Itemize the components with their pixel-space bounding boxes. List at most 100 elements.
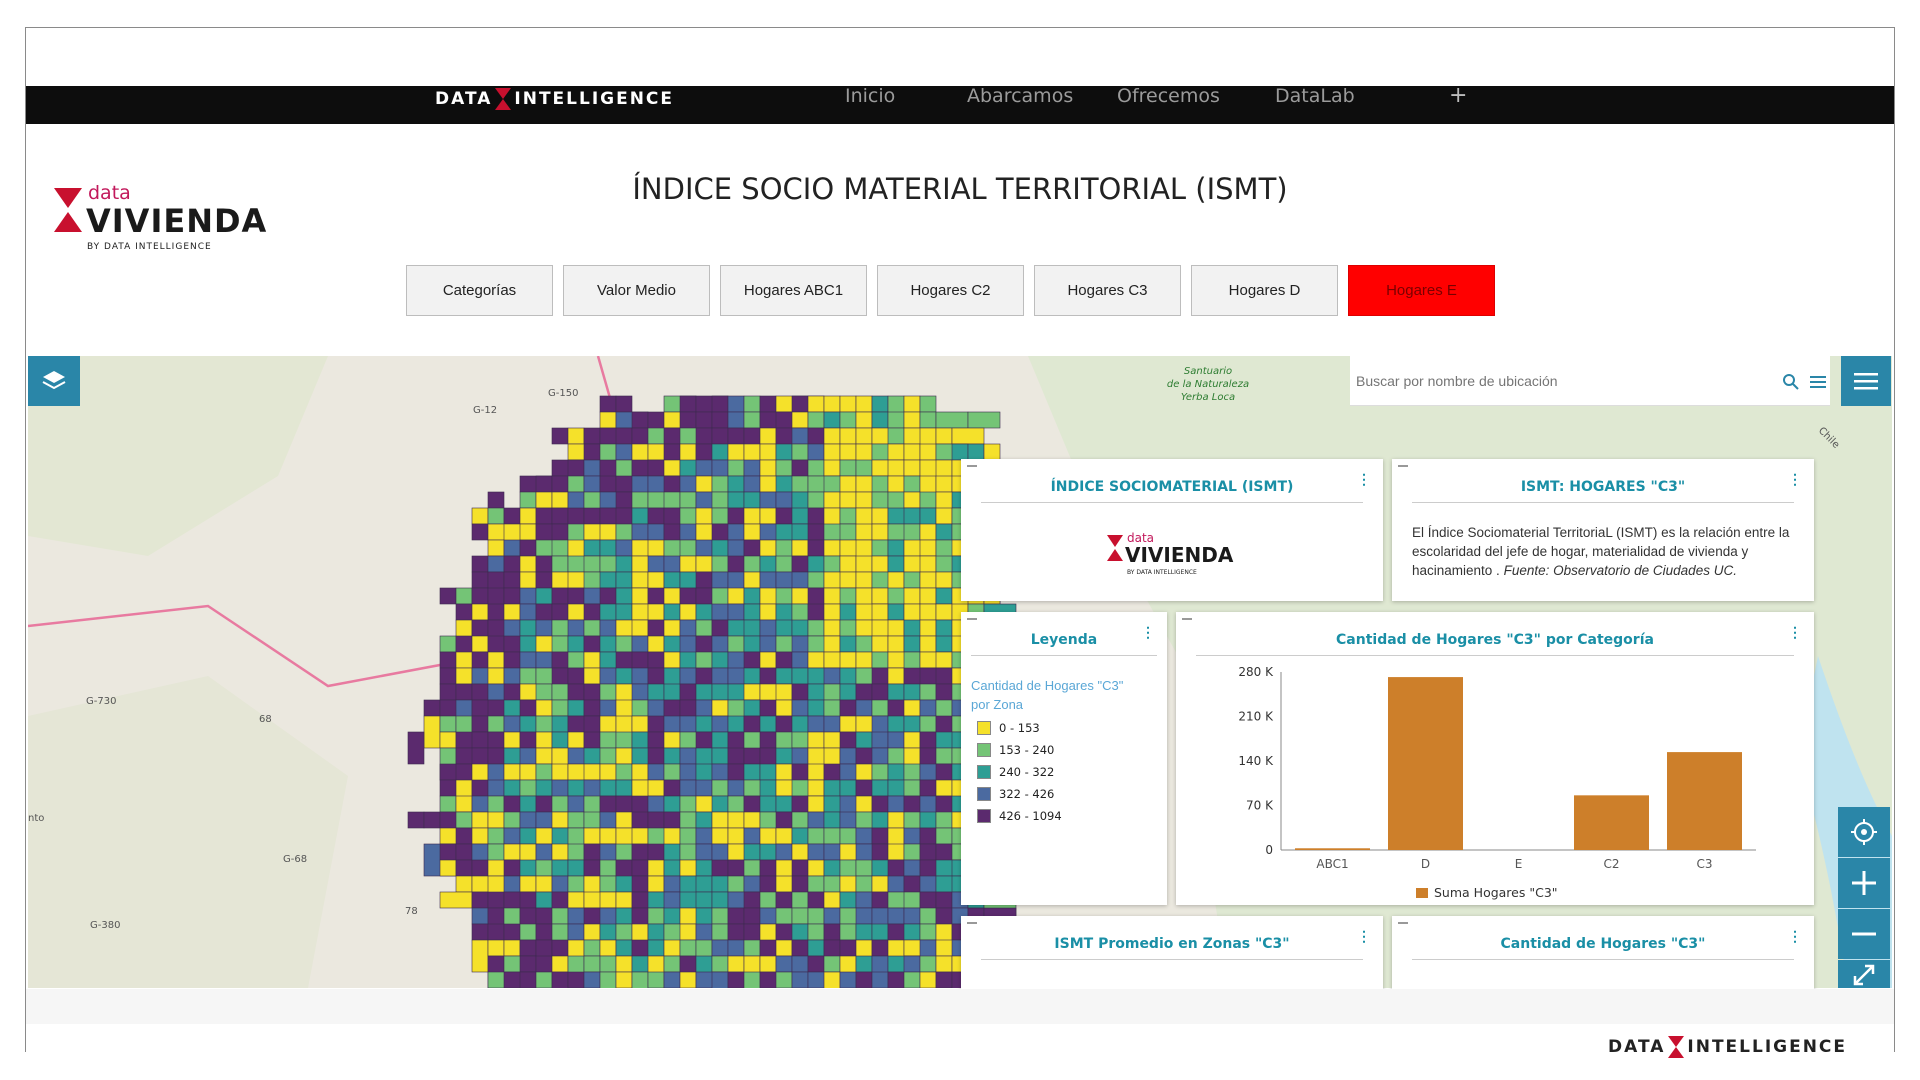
map-zone[interactable] [871, 587, 889, 605]
map-zone[interactable] [647, 459, 665, 477]
map-zone[interactable] [871, 475, 889, 493]
map-zone[interactable] [535, 747, 553, 765]
map-zone[interactable] [535, 907, 553, 925]
map-zone[interactable] [679, 843, 697, 861]
map-zone[interactable] [647, 811, 665, 829]
map-zone[interactable] [743, 683, 761, 701]
map-zone[interactable] [535, 795, 553, 813]
map-zone[interactable] [823, 859, 841, 877]
map-zone[interactable] [519, 795, 537, 813]
map-zone[interactable] [855, 731, 873, 749]
map-zone[interactable] [727, 555, 745, 573]
map-zone[interactable] [791, 939, 809, 957]
map-zone[interactable] [567, 875, 585, 893]
map-zone[interactable] [503, 811, 521, 829]
map-zone[interactable] [711, 491, 729, 509]
kebab-menu-icon[interactable]: ⋮ [1357, 471, 1371, 488]
map-zone[interactable] [919, 395, 937, 413]
map-zone[interactable] [823, 923, 841, 941]
map-zone[interactable] [903, 779, 921, 797]
map-zone[interactable] [807, 875, 825, 893]
map-zone[interactable] [919, 635, 937, 653]
map-zone[interactable] [599, 923, 617, 941]
map-zone[interactable] [551, 539, 569, 557]
map-zone[interactable] [871, 539, 889, 557]
map-zone[interactable] [919, 891, 937, 909]
map-zone[interactable] [647, 619, 665, 637]
map-zone[interactable] [551, 955, 569, 973]
map-zone[interactable] [503, 827, 521, 845]
map-zone[interactable] [775, 971, 793, 988]
map-zone[interactable] [615, 939, 633, 957]
map-zone[interactable] [727, 395, 745, 413]
map-zone[interactable] [935, 523, 953, 541]
map-zone[interactable] [487, 939, 505, 957]
map-zone[interactable] [679, 539, 697, 557]
map-zone[interactable] [711, 411, 729, 429]
map-zone[interactable] [807, 699, 825, 717]
map-zone[interactable] [647, 795, 665, 813]
map-zone[interactable] [631, 859, 649, 877]
map-zone[interactable] [535, 555, 553, 573]
map-zone[interactable] [807, 603, 825, 621]
map-zone[interactable] [599, 635, 617, 653]
map-zone[interactable] [679, 603, 697, 621]
map-zone[interactable] [631, 939, 649, 957]
map-zone[interactable] [503, 587, 521, 605]
map-zone[interactable] [695, 603, 713, 621]
map-zone[interactable] [887, 699, 905, 717]
map-zone[interactable] [519, 715, 537, 733]
kebab-menu-icon[interactable]: ⋮ [1788, 928, 1802, 945]
map-zone[interactable] [823, 683, 841, 701]
map-zone[interactable] [839, 811, 857, 829]
location-search-input[interactable] [1356, 366, 1736, 396]
map-zone[interactable] [567, 667, 585, 685]
map-zone[interactable] [647, 779, 665, 797]
map-zone[interactable] [935, 587, 953, 605]
map-zone[interactable] [807, 571, 825, 589]
map-zone[interactable] [903, 395, 921, 413]
map-zone[interactable] [599, 971, 617, 988]
map-zone[interactable] [887, 795, 905, 813]
map-zone[interactable] [519, 923, 537, 941]
map-zone[interactable] [807, 923, 825, 941]
map-zone[interactable] [631, 827, 649, 845]
map-zone[interactable] [727, 411, 745, 429]
map-zone[interactable] [663, 459, 681, 477]
map-zone[interactable] [823, 427, 841, 445]
map-zone[interactable] [903, 827, 921, 845]
nav-more-button[interactable]: + [1449, 85, 1467, 124]
map-zone[interactable] [583, 939, 601, 957]
map-zone[interactable] [695, 635, 713, 653]
map-zone[interactable] [631, 875, 649, 893]
map-zone[interactable] [679, 763, 697, 781]
map-zone[interactable] [695, 427, 713, 445]
map-zone[interactable] [759, 859, 777, 877]
map-zone[interactable] [487, 491, 505, 509]
map-zone[interactable] [551, 427, 569, 445]
map-zone[interactable] [663, 443, 681, 461]
map-zone[interactable] [647, 875, 665, 893]
map-zone[interactable] [887, 539, 905, 557]
map-zone[interactable] [583, 859, 601, 877]
map-zone[interactable] [935, 779, 953, 797]
map-zone[interactable] [439, 683, 457, 701]
map-zone[interactable] [487, 811, 505, 829]
map-zone[interactable] [967, 443, 985, 461]
map-zone[interactable] [743, 715, 761, 733]
map-zone[interactable] [759, 395, 777, 413]
map-zone[interactable] [887, 907, 905, 925]
map-zone[interactable] [679, 971, 697, 988]
bar-c2[interactable] [1574, 795, 1649, 850]
map-zone[interactable] [679, 923, 697, 941]
map-zone[interactable] [823, 539, 841, 557]
map-zone[interactable] [743, 699, 761, 717]
map-zone[interactable] [599, 715, 617, 733]
map-zone[interactable] [743, 459, 761, 477]
map-zone[interactable] [887, 843, 905, 861]
map-zone[interactable] [759, 699, 777, 717]
bar-abc1[interactable] [1295, 848, 1370, 850]
map-zone[interactable] [903, 843, 921, 861]
map-zone[interactable] [551, 475, 569, 493]
map-zone[interactable] [743, 763, 761, 781]
